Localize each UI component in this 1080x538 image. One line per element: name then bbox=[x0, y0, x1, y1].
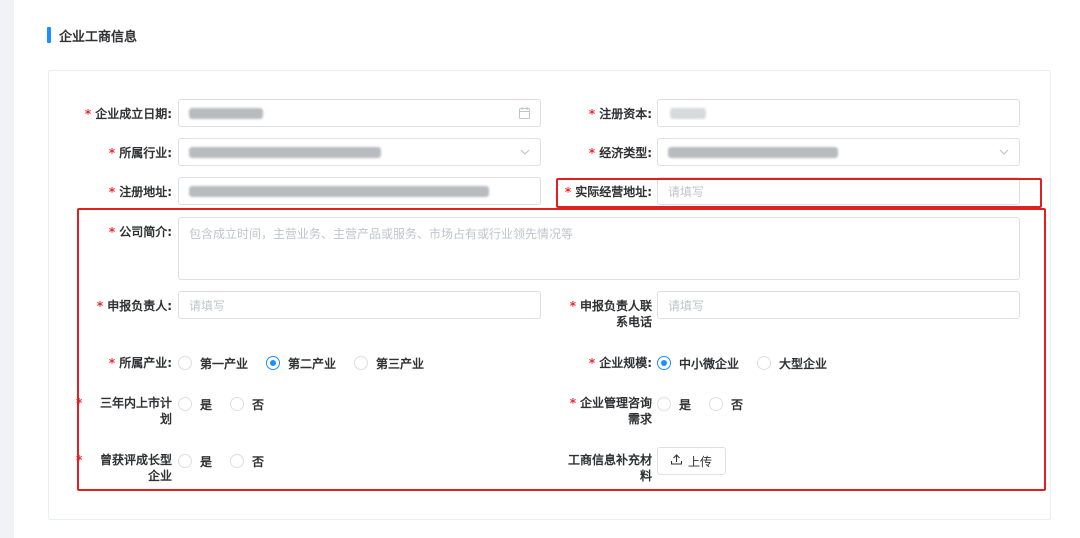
ipo-plan-radio-yes[interactable]: 是 bbox=[178, 396, 212, 413]
section-accent-bar bbox=[47, 27, 51, 43]
radio-circle[interactable] bbox=[757, 356, 772, 370]
consult-need-radio-group: 是 否 bbox=[657, 396, 761, 412]
reg-address-input[interactable] bbox=[178, 177, 541, 205]
growth-award-label: * 曾获评成长型 企业 bbox=[76, 453, 172, 483]
economy-type-label: * 经济类型: bbox=[588, 146, 652, 160]
redacted-value bbox=[670, 108, 706, 119]
company-intro-textarea[interactable]: 包含成立时间，主营业务、主营产品或服务、市场占有或行业领先情况等 bbox=[178, 217, 1020, 280]
supplement-label: 工商信息补充材 料 bbox=[567, 453, 652, 483]
redacted-value bbox=[189, 108, 263, 119]
sector-label: * 所属产业: bbox=[108, 356, 172, 370]
growth-award-radio-no[interactable]: 否 bbox=[230, 453, 264, 470]
radio-circle[interactable] bbox=[657, 356, 671, 370]
applicant-phone-placeholder: 请填写 bbox=[668, 298, 705, 313]
radio-circle[interactable] bbox=[178, 397, 192, 411]
upload-button[interactable]: 上传 bbox=[657, 447, 727, 475]
radio-circle[interactable] bbox=[230, 397, 245, 411]
sector-radio-group: 第一产业 第二产业 第三产业 bbox=[178, 355, 442, 371]
applicant-input[interactable]: 请填写 bbox=[178, 291, 541, 319]
applicant-placeholder: 请填写 bbox=[189, 298, 226, 313]
radio-circle[interactable] bbox=[657, 397, 671, 411]
reg-capital-label: * 注册资本: bbox=[588, 107, 652, 121]
radio-circle[interactable] bbox=[230, 454, 245, 468]
growth-award-radio-yes[interactable]: 是 bbox=[178, 453, 212, 470]
radio-circle[interactable] bbox=[354, 356, 369, 370]
actual-address-placeholder: 请填写 bbox=[668, 184, 705, 199]
economy-type-select[interactable] bbox=[657, 138, 1020, 166]
redacted-value bbox=[189, 147, 381, 158]
chevron-down-icon bbox=[520, 146, 530, 160]
radio-circle[interactable] bbox=[178, 454, 192, 468]
applicant-label: * 申报负责人: bbox=[96, 299, 172, 313]
radio-circle[interactable] bbox=[178, 356, 192, 370]
establish-date-picker[interactable] bbox=[178, 99, 541, 127]
scale-radio-group: 中小微企业 大型企业 bbox=[657, 355, 845, 371]
consult-need-radio-yes[interactable]: 是 bbox=[657, 396, 691, 413]
section-title: 企业工商信息 bbox=[59, 29, 138, 45]
upload-icon bbox=[670, 454, 683, 468]
radio-circle[interactable] bbox=[709, 397, 724, 411]
industry-label: * 所属行业: bbox=[108, 146, 172, 160]
side-strip bbox=[0, 0, 14, 538]
company-intro-label: * 公司简介: bbox=[108, 225, 172, 239]
ipo-plan-label: * 三年内上市计 划 bbox=[76, 396, 172, 426]
radio-circle[interactable] bbox=[266, 356, 281, 370]
growth-award-radio-group: 是 否 bbox=[178, 453, 282, 469]
actual-address-label: * 实际经营地址: bbox=[564, 185, 652, 199]
company-intro-placeholder: 包含成立时间，主营业务、主营产品或服务、市场占有或行业领先情况等 bbox=[189, 227, 574, 241]
industry-select[interactable] bbox=[178, 138, 541, 166]
chevron-down-icon bbox=[999, 146, 1009, 160]
consult-need-radio-no[interactable]: 否 bbox=[709, 396, 743, 413]
applicant-phone-input[interactable]: 请填写 bbox=[657, 291, 1020, 319]
scale-radio-large[interactable]: 大型企业 bbox=[757, 355, 827, 372]
consult-need-label: * 企业管理咨询 需求 bbox=[569, 396, 652, 426]
ipo-plan-radio-group: 是 否 bbox=[178, 396, 282, 412]
sector-radio-tertiary[interactable]: 第三产业 bbox=[354, 355, 424, 372]
redacted-value bbox=[189, 186, 489, 197]
actual-address-input[interactable]: 请填写 bbox=[657, 177, 1020, 205]
section-header: 企业工商信息 bbox=[47, 27, 138, 45]
redacted-value bbox=[668, 147, 838, 158]
reg-capital-input[interactable] bbox=[657, 99, 1020, 127]
applicant-phone-label: * 申报负责人联 系电话 bbox=[569, 299, 652, 329]
calendar-icon bbox=[519, 107, 530, 122]
scale-radio-sme[interactable]: 中小微企业 bbox=[657, 355, 739, 372]
ipo-plan-radio-no[interactable]: 否 bbox=[230, 396, 264, 413]
establish-date-label: * 企业成立日期: bbox=[84, 107, 172, 121]
scale-label: * 企业规模: bbox=[588, 356, 652, 370]
sector-radio-secondary[interactable]: 第二产业 bbox=[266, 355, 336, 372]
sector-radio-primary[interactable]: 第一产业 bbox=[178, 355, 248, 372]
reg-address-label: * 注册地址: bbox=[108, 185, 172, 199]
